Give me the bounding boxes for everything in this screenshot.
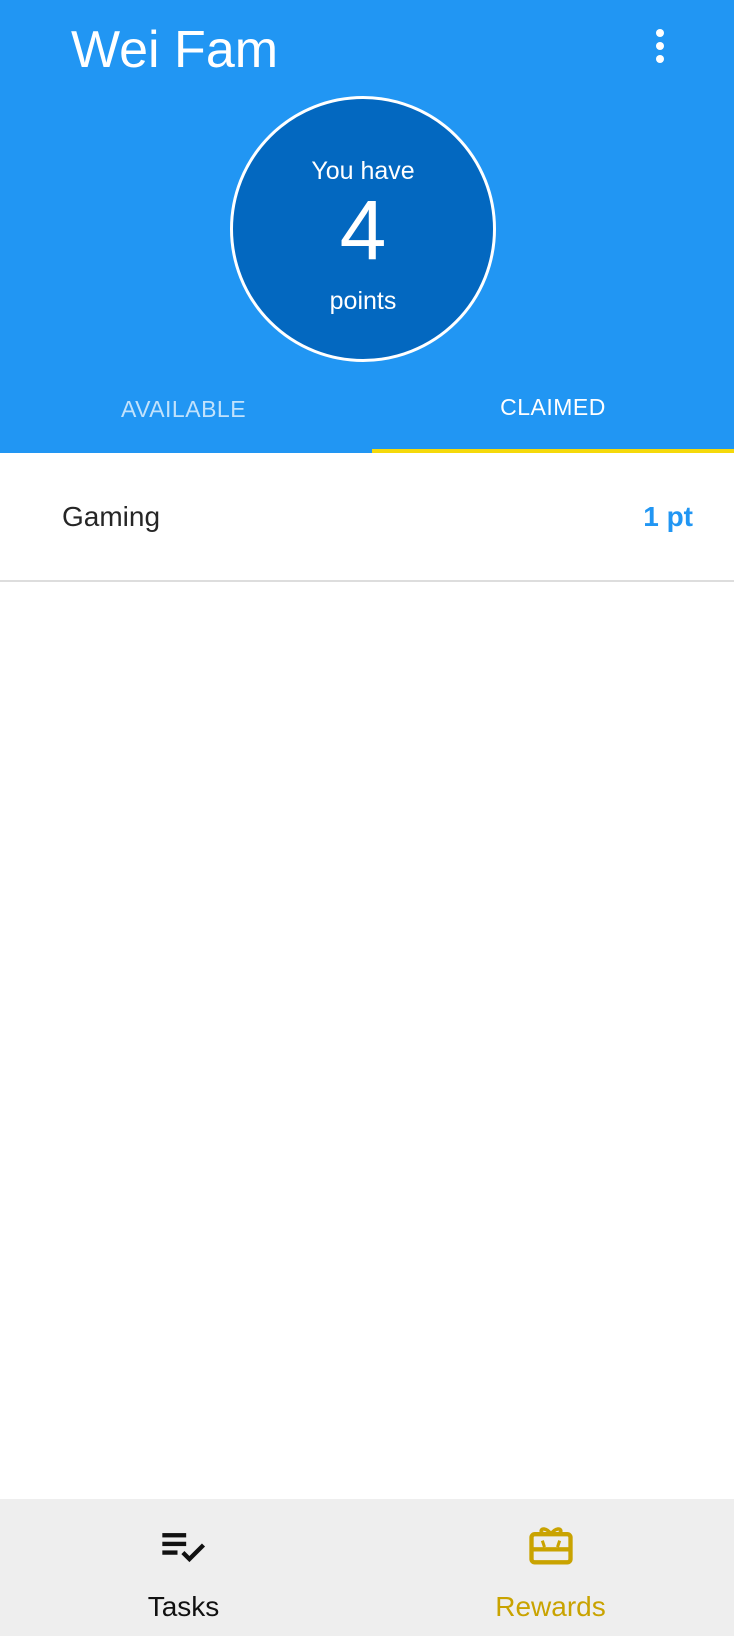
nav-rewards[interactable]: Rewards bbox=[367, 1499, 734, 1636]
nav-tasks[interactable]: Tasks bbox=[0, 1499, 367, 1636]
nav-rewards-label: Rewards bbox=[495, 1591, 606, 1622]
nav-tasks-label: Tasks bbox=[147, 1591, 220, 1622]
points-suffix-label: points bbox=[329, 287, 397, 315]
playlist-check-icon bbox=[161, 1533, 205, 1563]
app-header: Wei Fam You have 4 points AVAILABLE CLAI… bbox=[0, 0, 734, 453]
more-options-icon[interactable] bbox=[640, 24, 680, 68]
rewards-tab-bar: AVAILABLE CLAIMED bbox=[0, 365, 734, 453]
tab-claimed[interactable]: CLAIMED bbox=[372, 365, 734, 453]
tab-available[interactable]: AVAILABLE bbox=[0, 365, 367, 453]
points-value: 4 bbox=[339, 183, 387, 277]
points-circle: You have 4 points bbox=[230, 96, 496, 362]
points-prefix-label: You have bbox=[311, 157, 415, 185]
gift-card-icon bbox=[528, 1527, 573, 1565]
bottom-navigation: Tasks Rewards bbox=[0, 1499, 734, 1636]
reward-points: 1 pt bbox=[643, 500, 693, 532]
reward-list-item[interactable]: Gaming 1 pt bbox=[0, 453, 734, 582]
app-title: Wei Fam bbox=[71, 21, 279, 79]
reward-name: Gaming bbox=[62, 500, 161, 532]
